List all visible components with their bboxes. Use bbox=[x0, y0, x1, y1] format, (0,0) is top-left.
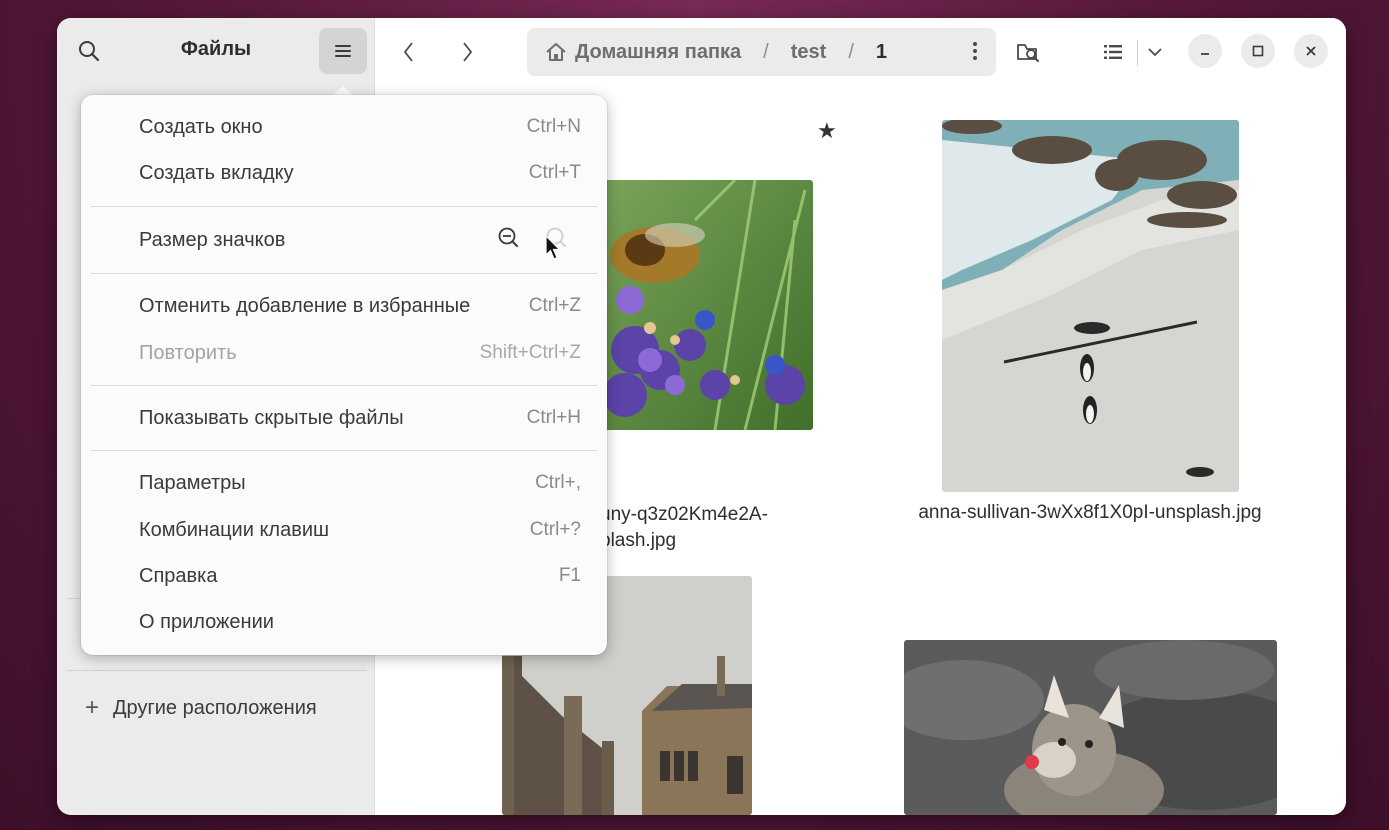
search-button[interactable] bbox=[75, 37, 103, 65]
maximize-button[interactable] bbox=[1241, 34, 1275, 68]
menu-separator bbox=[91, 206, 597, 207]
menu-item-new-window[interactable]: Создать окно Ctrl+N bbox=[139, 112, 581, 142]
path-separator: / bbox=[848, 40, 854, 63]
sidebar-item-label: Другие расположения bbox=[113, 696, 317, 719]
home-icon bbox=[545, 42, 567, 62]
menu-item-shortcuts[interactable]: Комбинации клавиш Ctrl+? bbox=[139, 515, 581, 545]
file-name: anna-sullivan-3wXx8f1X0pI-unsplash.jpg bbox=[918, 502, 1262, 523]
view-options-button[interactable] bbox=[1137, 34, 1173, 70]
search-folder-button[interactable] bbox=[1011, 34, 1047, 70]
path-bar[interactable]: Домашняя папка / test / 1 bbox=[527, 28, 996, 76]
file-thumbnail-bee[interactable] bbox=[605, 180, 813, 430]
menu-item-show-hidden[interactable]: Показывать скрытые файлы Ctrl+H bbox=[139, 403, 581, 433]
vertical-dots-icon bbox=[973, 42, 977, 60]
list-view-button[interactable] bbox=[1095, 34, 1131, 70]
sidebar-header: Файлы bbox=[57, 18, 375, 84]
back-button[interactable] bbox=[391, 34, 427, 70]
menu-separator bbox=[91, 385, 597, 386]
plus-icon: + bbox=[85, 694, 100, 721]
menu-item-redo[interactable]: Повторить Shift+Ctrl+Z bbox=[139, 338, 581, 368]
chevron-left-icon bbox=[403, 42, 413, 62]
chevron-down-icon bbox=[1148, 48, 1162, 57]
file-thumbnail-fox[interactable] bbox=[904, 640, 1277, 815]
main-menu-button[interactable] bbox=[319, 28, 367, 74]
main-menu-popover: Создать окно Ctrl+N Создать вкладку Ctrl… bbox=[81, 95, 607, 655]
close-icon bbox=[1306, 46, 1316, 56]
path-separator: / bbox=[763, 40, 769, 63]
path-segment-current[interactable]: 1 bbox=[876, 41, 887, 64]
menu-separator bbox=[91, 450, 597, 451]
menu-item-help[interactable]: Справка F1 bbox=[139, 561, 581, 591]
sidebar-title: Файлы bbox=[180, 38, 252, 60]
file-thumbnail-penguins[interactable] bbox=[942, 120, 1239, 492]
sidebar-divider bbox=[67, 670, 367, 671]
menu-item-icon-size: Размер значков bbox=[139, 225, 581, 255]
close-button[interactable] bbox=[1294, 34, 1328, 68]
search-icon bbox=[79, 41, 100, 62]
menu-item-preferences[interactable]: Параметры Ctrl+, bbox=[139, 468, 581, 498]
star-icon: ★ bbox=[817, 118, 837, 143]
menu-item-new-tab[interactable]: Создать вкладку Ctrl+T bbox=[139, 158, 581, 188]
sidebar-item-other-locations[interactable]: + Другие расположения bbox=[85, 694, 317, 722]
file-name: uny-q3z02Km4e2A- plash.jpg bbox=[600, 504, 768, 551]
maximize-icon bbox=[1252, 45, 1264, 57]
menu-separator bbox=[91, 273, 597, 274]
minimize-button[interactable] bbox=[1188, 34, 1222, 68]
chevron-right-icon bbox=[463, 42, 473, 62]
minimize-icon bbox=[1201, 53, 1209, 55]
path-segment-test[interactable]: test bbox=[791, 41, 827, 64]
path-options-button[interactable] bbox=[972, 40, 978, 68]
path-segment-home[interactable]: Домашняя папка bbox=[575, 41, 741, 64]
forward-button[interactable] bbox=[449, 34, 485, 70]
menu-item-undo[interactable]: Отменить добавление в избранные Ctrl+Z bbox=[139, 291, 581, 321]
zoom-out-icon[interactable] bbox=[497, 226, 519, 254]
hamburger-menu-icon bbox=[335, 45, 351, 57]
mouse-cursor-icon bbox=[545, 234, 561, 266]
folder-search-icon bbox=[1017, 44, 1039, 62]
list-view-icon bbox=[1104, 45, 1122, 59]
menu-item-about[interactable]: О приложении bbox=[139, 607, 581, 637]
